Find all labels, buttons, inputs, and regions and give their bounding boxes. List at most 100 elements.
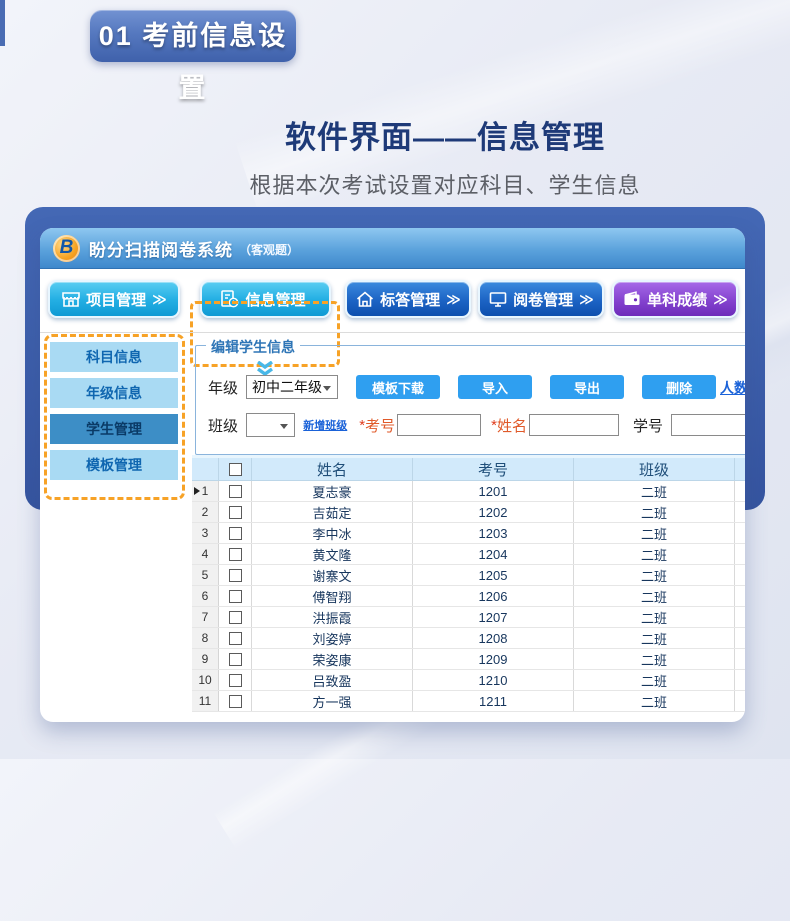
cell-exam-no: 1211	[413, 691, 574, 711]
cell-extra	[735, 586, 745, 606]
row-number: 9	[202, 652, 209, 666]
cell-extra	[735, 565, 745, 585]
app-window: B 盼分扫描阅卷系统 （客观题） 项目管理≫ 信息管理 标答管理≫	[40, 228, 745, 722]
row-checkbox-cell[interactable]	[219, 502, 252, 522]
table-row[interactable]: 5 谢寨文 1205 二班	[192, 565, 745, 586]
row-checkbox-cell[interactable]	[219, 628, 252, 648]
double-arrow: ≫	[713, 291, 728, 308]
checkbox-icon[interactable]	[229, 506, 242, 519]
checkbox-icon[interactable]	[229, 611, 242, 624]
header-name[interactable]: 姓名	[252, 458, 413, 480]
table-row[interactable]: 3 李中冰 1203 二班	[192, 523, 745, 544]
row-number: 6	[202, 589, 209, 603]
checkbox-icon[interactable]	[229, 653, 242, 666]
table-row[interactable]: 2 吉茹定 1202 二班	[192, 502, 745, 523]
nav-answer-management-button[interactable]: 标答管理≫	[345, 280, 471, 318]
cell-class: 二班	[574, 544, 735, 564]
row-checkbox-cell[interactable]	[219, 544, 252, 564]
name-input[interactable]	[529, 414, 619, 436]
corner-accent	[0, 0, 5, 46]
name-label: 姓名	[497, 415, 527, 436]
template-download-button[interactable]: 模板下载	[356, 375, 440, 399]
row-number: 4	[202, 547, 209, 561]
cell-name: 方一强	[252, 691, 413, 711]
checkbox-icon[interactable]	[229, 485, 242, 498]
row-checkbox-cell[interactable]	[219, 481, 252, 501]
table-row[interactable]: 6 傅智翔 1206 二班	[192, 586, 745, 607]
cell-extra	[735, 607, 745, 627]
add-class-link[interactable]: 新增班级	[303, 417, 347, 433]
checkbox-icon[interactable]	[229, 548, 242, 561]
row-checkbox-cell[interactable]	[219, 523, 252, 543]
exam-no-input[interactable]	[397, 414, 481, 436]
cell-exam-no: 1209	[413, 649, 574, 669]
row-checkbox-cell[interactable]	[219, 691, 252, 711]
row-checkbox-cell[interactable]	[219, 607, 252, 627]
checkbox-icon[interactable]	[229, 590, 242, 603]
header-select-all[interactable]	[219, 458, 252, 480]
row-checkbox-cell[interactable]	[219, 565, 252, 585]
cell-name: 谢寨文	[252, 565, 413, 585]
app-logo-icon: B	[53, 235, 80, 262]
grade-select-value: 初中二年级	[252, 377, 322, 397]
row-number: 3	[202, 526, 209, 540]
checkbox-icon[interactable]	[229, 632, 242, 645]
row-checkbox-cell[interactable]	[219, 670, 252, 690]
sidebar-item-grade-info[interactable]: 年级信息	[50, 378, 178, 408]
row-number-cell: 5	[192, 565, 219, 585]
table-header-row: 姓名 考号 班级	[192, 455, 745, 481]
header-class[interactable]: 班级	[574, 458, 735, 480]
checkbox-icon[interactable]	[229, 463, 242, 476]
student-no-input[interactable]	[671, 414, 745, 436]
table-row[interactable]: 8 刘姿婷 1208 二班	[192, 628, 745, 649]
cell-name: 荣姿康	[252, 649, 413, 669]
cell-extra	[735, 502, 745, 522]
checkbox-icon[interactable]	[229, 569, 242, 582]
sidebar-item-template-management[interactable]: 模板管理	[50, 450, 178, 480]
import-button[interactable]: 导入	[458, 375, 532, 399]
export-button[interactable]: 导出	[550, 375, 624, 399]
table-body: 1 夏志豪 1201 二班 2 吉茹定 1202 二班 3 李中冰 1203 二…	[192, 481, 745, 712]
checkbox-icon[interactable]	[229, 674, 242, 687]
table-row[interactable]: 7 洪振霞 1207 二班	[192, 607, 745, 628]
checkbox-icon[interactable]	[229, 695, 242, 708]
sidebar-item-student-management[interactable]: 学生管理	[50, 414, 178, 444]
cell-exam-no: 1204	[413, 544, 574, 564]
cell-name: 傅智翔	[252, 586, 413, 606]
header-exam-no[interactable]: 考号	[413, 458, 574, 480]
cell-class: 二班	[574, 607, 735, 627]
exam-no-label: 考号	[365, 415, 395, 436]
fieldset-legend: 编辑学生信息	[206, 337, 300, 357]
toolbar-button-label: 项目管理	[86, 289, 146, 310]
row-number-cell: 11	[192, 691, 219, 711]
table-row[interactable]: 1 夏志豪 1201 二班	[192, 481, 745, 502]
student-count-link[interactable]: 人数统计	[720, 378, 745, 398]
nav-single-subject-score-button[interactable]: 单科成绩≫	[612, 280, 738, 318]
row-checkbox-cell[interactable]	[219, 586, 252, 606]
double-arrow: ≫	[152, 291, 167, 308]
sidebar-item-subject-info[interactable]: 科目信息	[50, 342, 178, 372]
edit-student-fieldset: 编辑学生信息 年级 初中二年级 模板下载 导入 导出 删除 人数统计 班级 新增…	[195, 345, 745, 455]
cell-extra	[735, 523, 745, 543]
checkbox-icon[interactable]	[229, 527, 242, 540]
table-row[interactable]: 10 吕致盈 1210 二班	[192, 670, 745, 691]
toolbar-button-label: 阅卷管理	[513, 289, 573, 310]
nav-project-management-button[interactable]: 项目管理 ≫	[48, 280, 180, 318]
grade-label: 年级	[208, 377, 238, 398]
delete-button[interactable]: 删除	[642, 375, 716, 399]
class-select[interactable]	[246, 413, 295, 437]
grade-select[interactable]: 初中二年级	[246, 375, 338, 399]
cell-class: 二班	[574, 691, 735, 711]
row-number: 5	[202, 568, 209, 582]
table-row[interactable]: 9 荣姿康 1209 二班	[192, 649, 745, 670]
cell-exam-no: 1205	[413, 565, 574, 585]
table-row[interactable]: 11 方一强 1211 二班	[192, 691, 745, 712]
page-title: 软件界面——信息管理	[100, 112, 790, 157]
table-row[interactable]: 4 黄文隆 1204 二班	[192, 544, 745, 565]
row-checkbox-cell[interactable]	[219, 649, 252, 669]
nav-marking-management-button[interactable]: 阅卷管理≫	[478, 280, 604, 318]
cell-class: 二班	[574, 649, 735, 669]
row-number-cell: 6	[192, 586, 219, 606]
cell-exam-no: 1202	[413, 502, 574, 522]
storefront-icon	[61, 289, 81, 309]
